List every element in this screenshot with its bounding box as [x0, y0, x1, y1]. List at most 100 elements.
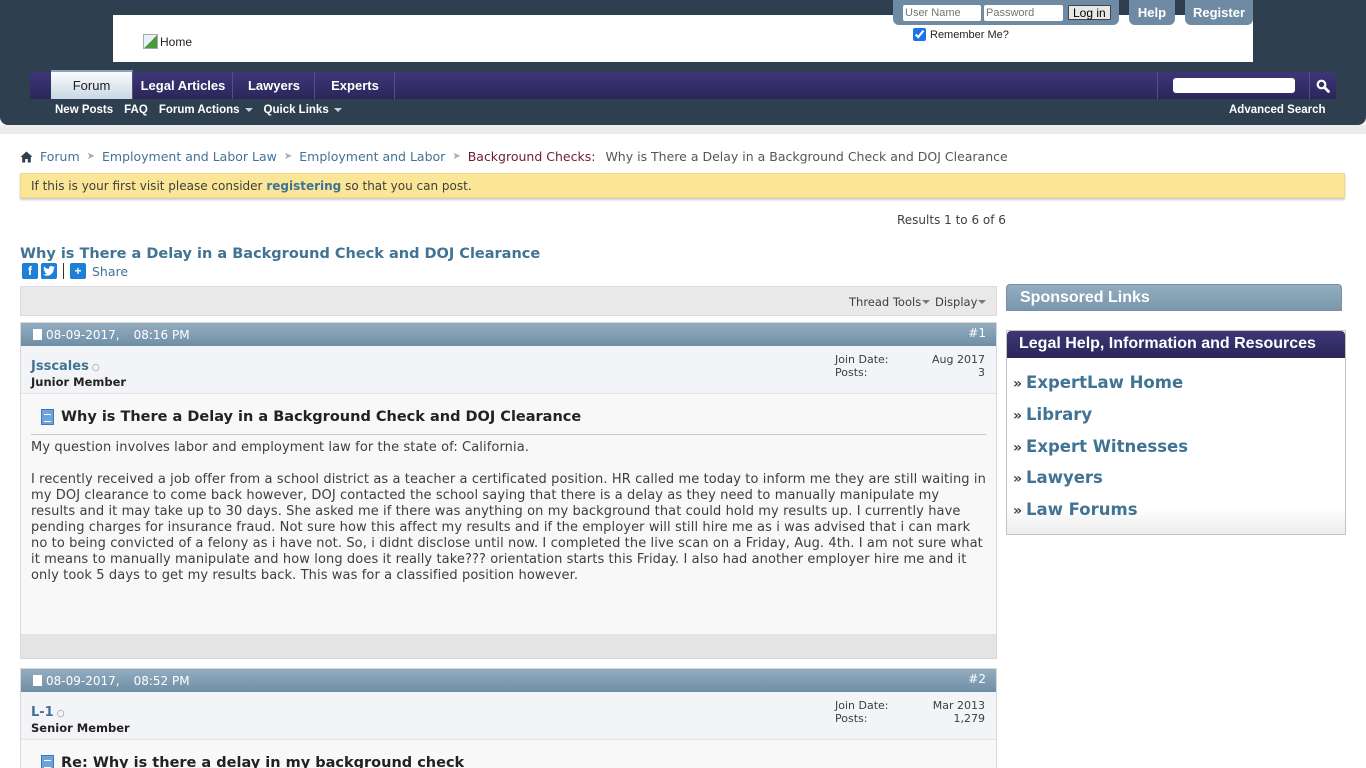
breadcrumb-arrow-icon: ➤ — [86, 151, 96, 162]
display-label: Display — [935, 295, 978, 309]
post-title: Why is There a Delay in a Background Che… — [41, 409, 581, 425]
header-shadow-band — [0, 125, 1366, 134]
double-chevron-icon: » — [1013, 503, 1023, 520]
resource-link-law-forums[interactable]: » Law Forums — [1013, 500, 1345, 532]
posts-label: Posts: — [835, 366, 868, 379]
double-chevron-icon: » — [1013, 376, 1023, 392]
results-count: Results 1 to 6 of 6 — [897, 213, 1006, 227]
breadcrumb-employment-labor[interactable]: Employment and Labor — [299, 149, 445, 164]
notice-text-end: so that you can post. — [341, 179, 472, 193]
post-number-link[interactable]: #1 — [968, 326, 986, 340]
facebook-icon[interactable]: f — [22, 263, 38, 279]
remember-me-label: Remember Me? — [930, 28, 1009, 41]
search-input[interactable] — [1173, 78, 1295, 93]
breadcrumb: Forum ➤ Employment and Labor Law ➤ Emplo… — [20, 149, 1008, 164]
resource-link-label: Expert Witnesses — [1026, 436, 1189, 456]
legal-resources-box: Legal Help, Information and Resources » E… — [1006, 330, 1346, 535]
share-toolbar: f + Share — [22, 263, 128, 279]
subnav-forum-actions-label: Forum Actions — [158, 104, 240, 116]
post-document-icon — [33, 329, 42, 340]
sponsored-links-header: Sponsored Links — [1006, 284, 1342, 311]
resource-link-expertlaw-home[interactable]: » ExpertLaw Home — [1013, 373, 1345, 405]
twitter-icon[interactable] — [41, 263, 57, 279]
username-link[interactable]: Jsscales ○ — [31, 359, 100, 374]
post-number-link[interactable]: #2 — [968, 672, 986, 686]
search-button[interactable] — [1309, 72, 1335, 99]
double-chevron-icon: » — [1013, 407, 1023, 424]
resource-link-library[interactable]: » Library — [1013, 405, 1345, 437]
resource-link-label: ExpertLaw Home — [1026, 373, 1184, 392]
post: 08-09-2017, 08:16 PM #1 Jsscales ○ Junior… — [20, 322, 997, 659]
subnav-forum-actions[interactable]: Forum Actions — [159, 104, 253, 116]
post-body: My question involves labor and employmen… — [31, 440, 986, 600]
subnav-new-posts[interactable]: New Posts — [55, 104, 113, 116]
post: 08-09-2017, 08:52 PM #2 L-1 ○ Senior Memb… — [20, 668, 997, 768]
subnav-new-posts-label: New Posts — [55, 104, 114, 116]
post-title-text: Re: Why is there a delay in my backgroun… — [61, 755, 465, 768]
breadcrumb-arrow-icon: ➤ — [283, 151, 293, 162]
display-menu[interactable]: Display — [935, 295, 987, 309]
remember-me[interactable]: Remember Me? — [913, 28, 1009, 41]
user-stats: Join Date: Mar 2013 Posts: 1,279 — [835, 699, 985, 725]
post-date: 08-09-2017, — [46, 673, 120, 688]
password-input[interactable] — [984, 4, 1063, 21]
chevron-down-icon — [333, 108, 342, 112]
advanced-search-link[interactable]: Advanced Search — [1229, 104, 1326, 116]
first-visit-notice: If this is your first visit please consi… — [20, 173, 1345, 198]
home-icon[interactable] — [20, 151, 33, 163]
notice-text: If this is your first visit please consi… — [31, 179, 267, 193]
breadcrumb-arrow-icon: ➤ — [452, 151, 461, 162]
breadcrumb-background-checks[interactable]: Background Checks: — [468, 149, 596, 164]
chevron-down-icon — [922, 300, 931, 304]
tab-experts[interactable]: Experts — [316, 72, 395, 99]
posts-count: 1,279 — [953, 712, 986, 725]
username-text: L-1 — [31, 705, 54, 720]
subnav-quick-links-label: Quick Links — [263, 104, 329, 116]
login-button[interactable]: Log in — [1068, 5, 1111, 20]
resource-link-lawyers[interactable]: » Lawyers — [1013, 468, 1345, 500]
breadcrumb-forum[interactable]: Forum — [40, 149, 80, 164]
share-divider — [63, 263, 64, 279]
post-icon — [41, 409, 54, 425]
sub-navigation: New Posts FAQ Forum Actions Quick Links — [55, 104, 342, 116]
thread-tools-label: Thread Tools — [849, 295, 922, 309]
join-date-value: Mar 2013 — [932, 699, 985, 712]
post-document-icon — [33, 675, 42, 686]
remember-me-checkbox[interactable] — [913, 28, 926, 41]
join-date-label: Join Date: — [835, 699, 889, 712]
tab-lawyers[interactable]: Lawyers — [234, 72, 315, 99]
search-icon — [1316, 79, 1330, 93]
thread-toolbar: Thread Tools Display — [20, 286, 997, 316]
thread-title[interactable]: Why is There a Delay in a Background Che… — [20, 246, 540, 262]
search-box — [1157, 72, 1336, 99]
post-header: 08-09-2017, 08:16 PM #1 — [21, 323, 996, 346]
tab-legal-articles[interactable]: Legal Articles — [134, 72, 233, 99]
username-link[interactable]: L-1 ○ — [31, 705, 65, 720]
post-time: 08:16 PM — [133, 327, 190, 342]
join-date-label: Join Date: — [835, 353, 889, 366]
help-button[interactable]: Help — [1129, 0, 1175, 25]
username-input[interactable] — [903, 4, 981, 21]
chevron-down-icon — [978, 300, 987, 304]
tab-forum[interactable]: Forum — [51, 70, 133, 99]
subnav-quick-links[interactable]: Quick Links — [264, 104, 342, 116]
share-link[interactable]: Share — [92, 264, 128, 279]
site-header: Home Log in Remember Me? Help Register F… — [0, 0, 1366, 125]
post-time: 08:52 PM — [133, 673, 190, 688]
legal-resources-header: Legal Help, Information and Resources — [1007, 331, 1345, 358]
registering-link[interactable]: registering — [266, 179, 341, 193]
breadcrumb-employment-labor-law[interactable]: Employment and Labor Law — [102, 149, 277, 164]
legal-resources-list: » ExpertLaw Home » Library » Expert Witness… — [1007, 358, 1345, 534]
thread-tools-menu[interactable]: Thread Tools — [849, 295, 931, 309]
user-title: Senior Member — [31, 721, 130, 735]
plus-share-icon[interactable]: + — [70, 263, 86, 279]
post-user-info: Jsscales ○ Junior Member Join Date: Aug 20… — [21, 346, 996, 394]
post-paragraph: My question involves labor and employmen… — [31, 440, 530, 455]
resource-link-expert-witnesses[interactable]: » Expert Witnesses — [1013, 437, 1345, 469]
subnav-faq-label: FAQ — [124, 104, 148, 116]
join-date-value: Aug 2017 — [932, 353, 985, 366]
subnav-faq[interactable]: FAQ — [124, 104, 148, 116]
home-logo-link[interactable]: Home — [143, 34, 192, 49]
register-button[interactable]: Register — [1185, 0, 1253, 25]
username-text: Jsscales — [31, 359, 89, 374]
